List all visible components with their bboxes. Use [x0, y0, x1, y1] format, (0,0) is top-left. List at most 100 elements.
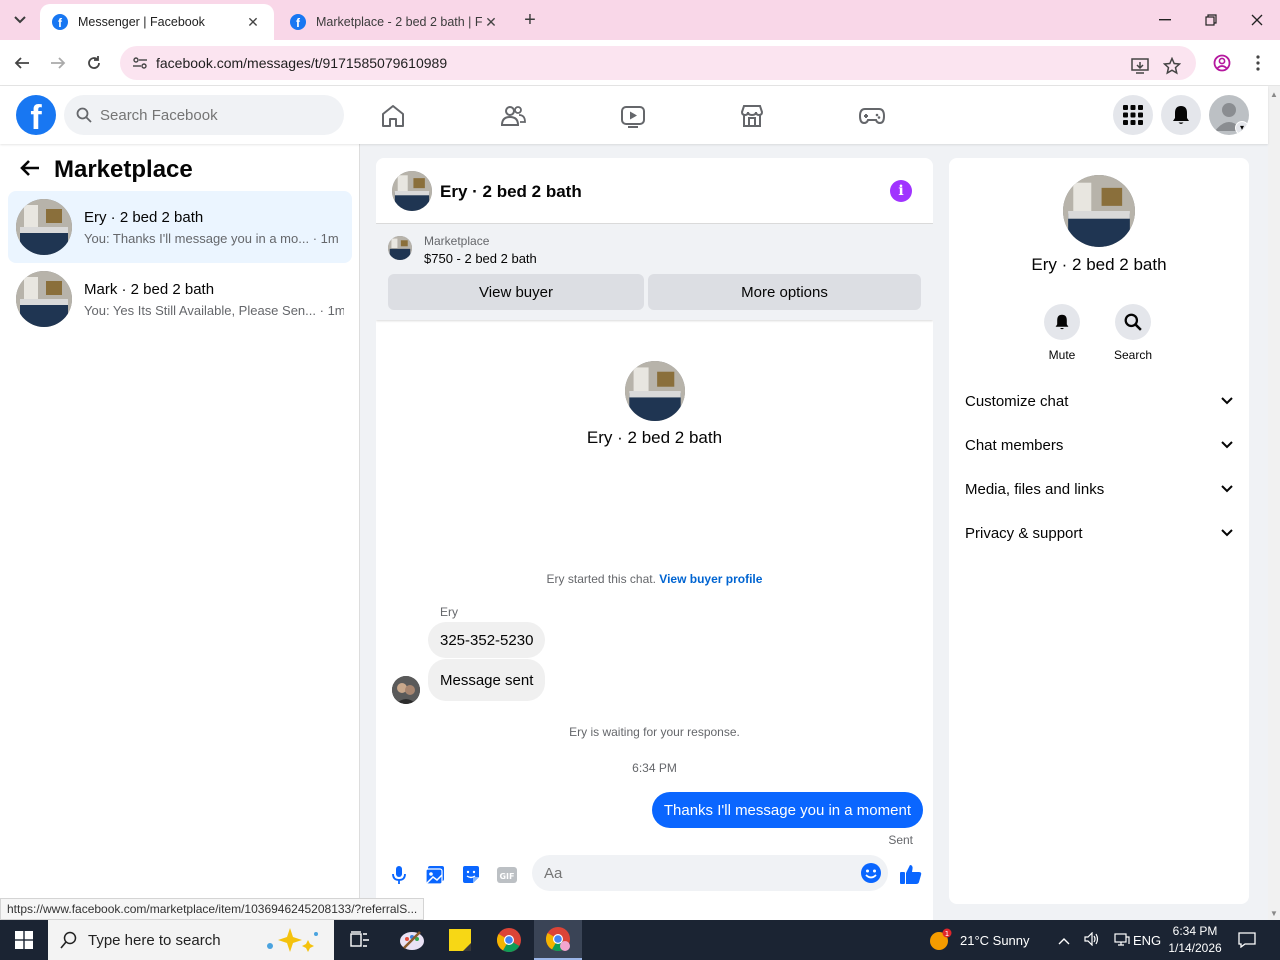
install-app-icon[interactable] — [1130, 56, 1150, 76]
privacy-support-section[interactable]: Privacy & support — [965, 521, 1233, 545]
chrome-icon[interactable] — [485, 920, 533, 960]
reload-icon[interactable] — [80, 49, 108, 77]
info-avatar — [1063, 175, 1135, 247]
message-list[interactable]: Ery · 2 bed 2 bath Ery started this chat… — [376, 320, 933, 848]
volume-icon[interactable] — [1084, 931, 1100, 949]
profile-icon[interactable] — [1208, 49, 1236, 77]
media-files-links-section[interactable]: Media, files and links — [965, 477, 1233, 501]
search-icon — [60, 931, 77, 949]
tab-title: Messenger | Facebook — [78, 15, 205, 29]
account-chevron-icon: ▾ — [1235, 121, 1249, 135]
page-scrollbar[interactable]: ▲ ▼ — [1268, 86, 1280, 920]
search-conversation-button[interactable]: Search — [1103, 304, 1163, 362]
task-view-icon[interactable] — [336, 920, 384, 960]
search-label: Search — [1113, 348, 1153, 362]
new-tab-plus-icon[interactable]: + — [518, 8, 542, 32]
chat-listing-thumbnail[interactable] — [392, 171, 432, 211]
sun-icon: 1 — [930, 928, 952, 950]
watch-icon[interactable] — [620, 103, 646, 129]
facebook-favicon-icon: f — [52, 14, 68, 30]
facebook-favicon-icon: f — [290, 14, 306, 30]
gif-icon[interactable]: GIF — [496, 864, 518, 886]
close-window-icon[interactable] — [1234, 0, 1280, 40]
sticky-notes-icon[interactable] — [436, 920, 484, 960]
tab-search-chevron-icon[interactable] — [6, 6, 34, 34]
system-tray-icons — [1058, 920, 1130, 960]
restore-icon[interactable] — [1188, 0, 1234, 40]
grid-icon — [1123, 105, 1143, 125]
customize-chat-section[interactable]: Customize chat — [965, 389, 1233, 413]
microphone-icon[interactable] — [388, 864, 410, 886]
tab-strip: f Messenger | Facebook ✕ f Marketplace -… — [0, 0, 1280, 40]
conversation-info-panel: Ery · 2 bed 2 bath Mute Search Customize… — [949, 158, 1249, 904]
gaming-icon[interactable] — [859, 103, 885, 129]
more-options-button[interactable]: More options — [648, 274, 921, 310]
info-icon[interactable]: i — [890, 180, 912, 202]
friends-icon[interactable] — [500, 103, 526, 129]
home-icon[interactable] — [380, 103, 406, 129]
tab-close-icon[interactable]: ✕ — [244, 14, 262, 31]
chat-title[interactable]: Ery · 2 bed 2 bath — [440, 182, 582, 202]
weather-widget[interactable]: 1 21°C Sunny — [928, 920, 1030, 960]
sticker-icon[interactable] — [460, 864, 482, 886]
notification-center-icon[interactable] — [1238, 920, 1256, 960]
conversation-item-ery[interactable]: Ery · 2 bed 2 bath You: Thanks I'll mess… — [8, 191, 352, 263]
marketplace-icon[interactable] — [739, 103, 765, 129]
message-input[interactable] — [544, 855, 844, 891]
windows-start-button[interactable] — [0, 920, 48, 960]
thumbs-up-icon[interactable] — [899, 862, 923, 886]
facebook-search[interactable] — [64, 95, 344, 135]
message-input-wrapper[interactable] — [532, 855, 888, 891]
emoji-icon[interactable] — [860, 862, 882, 884]
photo-icon[interactable] — [424, 864, 446, 886]
clock[interactable]: 6:34 PM 1/14/2026 — [1168, 920, 1221, 960]
tab-close-icon[interactable]: ✕ — [482, 14, 500, 31]
kebab-menu-icon[interactable] — [1244, 49, 1272, 77]
mute-button[interactable]: Mute — [1032, 304, 1092, 362]
account-avatar[interactable]: ▾ — [1209, 95, 1249, 135]
incoming-message[interactable]: Message sent — [428, 659, 546, 701]
chrome-active-icon[interactable] — [534, 920, 582, 960]
address-bar[interactable]: facebook.com/messages/t/9171585079610989 — [120, 46, 1196, 80]
incoming-message[interactable]: 325-352-5230 — [428, 622, 546, 658]
tab-messenger[interactable]: f Messenger | Facebook ✕ — [40, 4, 274, 40]
marketplace-listing-bar: Marketplace $750 - 2 bed 2 bath View buy… — [376, 224, 933, 320]
listing-thumbnail — [16, 199, 72, 255]
listing-thumbnail — [16, 271, 72, 327]
network-icon[interactable] — [1114, 932, 1130, 949]
scroll-up-icon[interactable]: ▲ — [1270, 90, 1278, 99]
minimize-icon[interactable] — [1142, 0, 1188, 40]
paint-app-icon[interactable] — [388, 920, 436, 960]
sender-avatar[interactable] — [392, 676, 420, 704]
taskbar-search[interactable]: Type here to search — [48, 920, 334, 960]
waiting-notice: Ery is waiting for your response. — [569, 725, 740, 739]
chevron-down-icon — [1221, 485, 1233, 493]
language-indicator[interactable]: ENG — [1133, 920, 1161, 960]
back-arrow-icon[interactable] — [20, 156, 40, 184]
bell-icon — [1055, 314, 1069, 330]
conversation-item-mark[interactable]: Mark · 2 bed 2 bath You: Yes Its Still A… — [8, 263, 352, 335]
view-buyer-profile-link[interactable]: View buyer profile — [659, 572, 762, 586]
notifications-button[interactable] — [1161, 95, 1201, 135]
site-settings-icon[interactable] — [132, 55, 148, 71]
forward-arrow-icon[interactable] — [44, 49, 72, 77]
listing-price-title[interactable]: $750 - 2 bed 2 bath — [424, 251, 537, 266]
back-arrow-icon[interactable] — [8, 49, 36, 77]
tab-marketplace[interactable]: f Marketplace - 2 bed 2 bath | Fa ✕ — [278, 4, 512, 40]
chevron-down-icon — [1221, 441, 1233, 449]
scroll-down-icon[interactable]: ▼ — [1270, 909, 1278, 918]
menu-grid-button[interactable] — [1113, 95, 1153, 135]
chat-avatar-large — [625, 361, 685, 421]
sidebar-title-text: Marketplace — [54, 156, 193, 183]
view-buyer-button[interactable]: View buyer — [388, 274, 644, 310]
facebook-search-input[interactable] — [100, 95, 330, 135]
chat-members-section[interactable]: Chat members — [965, 433, 1233, 457]
bookmark-star-icon[interactable] — [1162, 56, 1182, 76]
facebook-header: f ▾ — [0, 86, 1268, 144]
search-icon — [1124, 313, 1142, 331]
message-timestamp: 6:34 PM — [632, 761, 677, 775]
facebook-logo-icon[interactable]: f — [16, 95, 56, 135]
outgoing-message[interactable]: Thanks I'll message you in a moment — [651, 792, 923, 828]
chevron-up-icon[interactable] — [1058, 933, 1070, 948]
conversation-preview: You: Thanks I'll message you in a mo... … — [84, 230, 339, 246]
